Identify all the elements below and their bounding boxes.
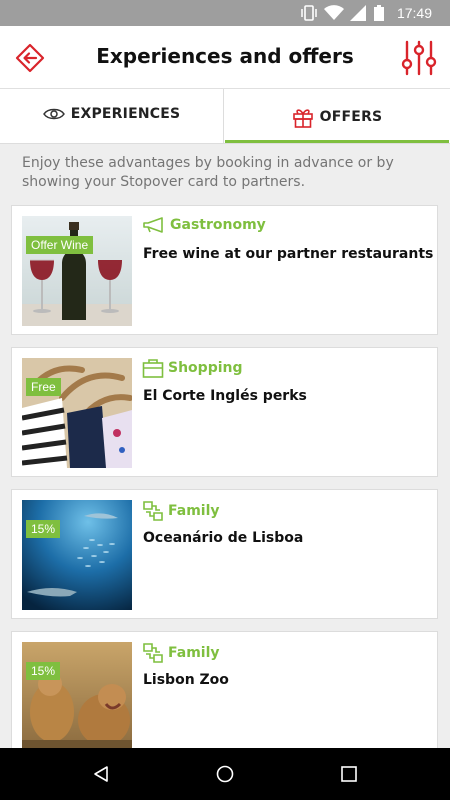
signal-icon — [350, 5, 366, 21]
battery-icon — [374, 5, 384, 21]
offer-image: Free — [22, 358, 132, 468]
eye-icon — [42, 108, 65, 120]
offer-card[interactable]: Free Shopping El Corte Inglés perks — [11, 347, 438, 477]
offer-image: 15% — [22, 500, 132, 610]
clock: 17:49 — [396, 5, 432, 21]
megaphone-icon — [143, 217, 163, 233]
page-title: Experiences and offers — [96, 44, 354, 68]
offer-card[interactable]: 15% Family Oceanário de Lisboa — [11, 489, 438, 619]
offer-category-label: Family — [168, 645, 220, 661]
offer-card[interactable]: 15% Family Lisbon Zoo — [11, 631, 438, 761]
offer-badge: 15% — [26, 662, 61, 680]
tab-offers-label: OFFERS — [319, 109, 383, 125]
offer-image: Offer Wine — [22, 216, 132, 326]
offer-title: Free wine at our partner restaurants — [143, 246, 434, 262]
tab-offers[interactable]: OFFERS — [225, 89, 449, 143]
offer-title: El Corte Inglés perks — [143, 388, 307, 404]
offer-badge: Free — [26, 378, 61, 396]
offer-category-label: Gastronomy — [170, 217, 266, 233]
offer-category: Family — [142, 500, 220, 522]
offer-badge: Offer Wine — [26, 236, 94, 254]
tab-experiences-label: EXPERIENCES — [70, 106, 181, 122]
app-bar: Experiences and offers — [0, 26, 450, 89]
gift-icon — [292, 109, 313, 128]
nav-home-icon[interactable] — [216, 765, 234, 783]
offer-card[interactable]: Offer Wine Gastronomy Free wine at our p… — [11, 205, 438, 335]
offer-badge: 15% — [26, 520, 61, 538]
offer-title: Lisbon Zoo — [143, 672, 229, 688]
shopping-bag-icon — [142, 359, 164, 378]
system-nav-bar — [0, 748, 450, 800]
wifi-icon — [324, 5, 344, 20]
offer-category-label: Family — [168, 503, 220, 519]
offer-category: Family — [142, 642, 220, 664]
status-bar: 17:49 — [0, 0, 450, 26]
offer-title: Oceanário de Lisboa — [143, 530, 304, 546]
offer-category-label: Shopping — [168, 360, 243, 376]
family-icon — [143, 501, 163, 521]
family-icon — [143, 643, 163, 663]
tab-experiences[interactable]: EXPERIENCES — [0, 89, 224, 143]
tab-bar: EXPERIENCES OFFERS — [0, 89, 450, 144]
offer-category: Gastronomy — [142, 216, 266, 238]
nav-recents-icon[interactable] — [340, 765, 358, 783]
filter-sliders-icon[interactable] — [400, 40, 438, 76]
vibrate-icon — [301, 5, 317, 21]
offer-category: Shopping — [142, 358, 243, 380]
nav-back-icon[interactable] — [92, 765, 110, 783]
intro-text: Enjoy these advantages by booking in adv… — [22, 155, 394, 190]
offer-image: 15% — [22, 642, 132, 752]
